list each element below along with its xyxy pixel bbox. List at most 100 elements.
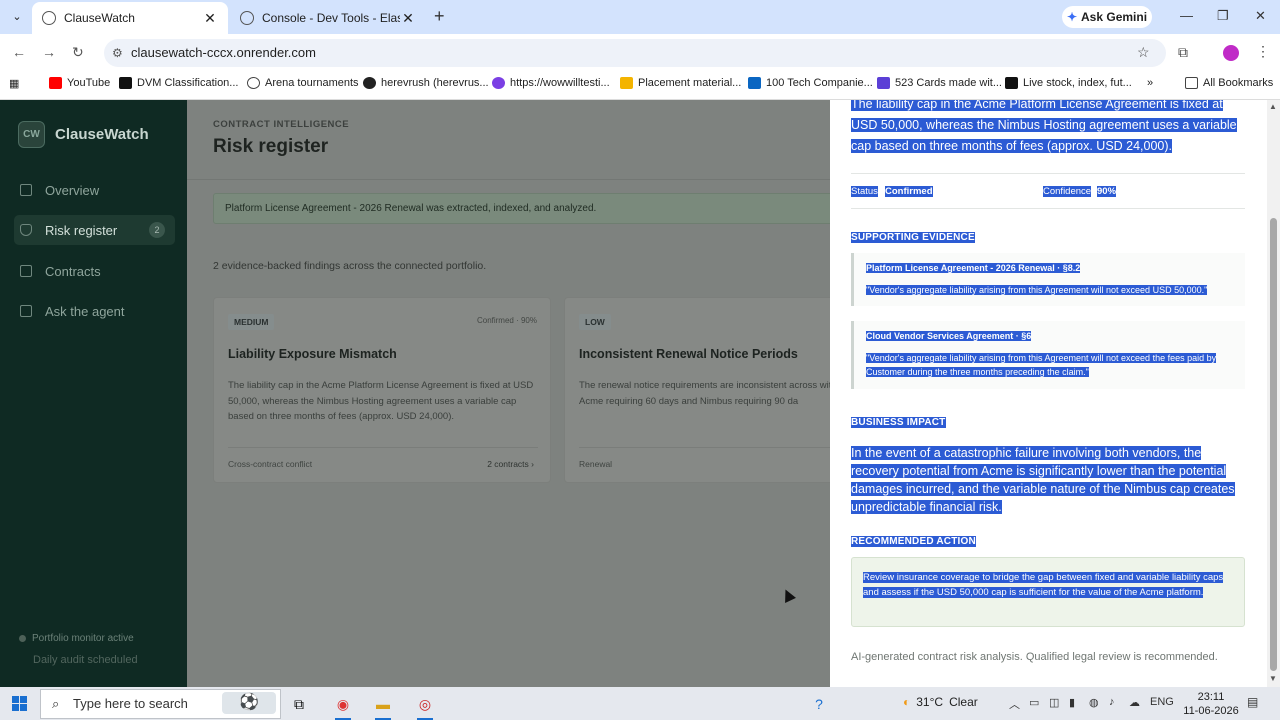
risk-category: Cross-contract conflict	[228, 459, 313, 469]
risk-card[interactable]: MEDIUM Confirmed · 90% Liability Exposur…	[213, 297, 551, 483]
severity-badge: MEDIUM	[228, 314, 275, 330]
clock-time: 23:11	[1197, 691, 1225, 703]
reload-icon[interactable]: ↻	[72, 44, 84, 61]
obs-record-icon[interactable]: ◎	[414, 693, 436, 720]
shield-icon	[20, 224, 32, 236]
tradingview-icon	[1005, 77, 1018, 89]
divider	[851, 208, 1245, 209]
elastic-icon	[240, 11, 254, 25]
audit-schedule-text: Daily audit scheduled	[33, 654, 138, 666]
bookmark-label: 100 Tech Companie...	[766, 77, 873, 89]
network-icon[interactable]: ◍	[1089, 696, 1099, 709]
bookmark-label: Placement material...	[638, 77, 742, 89]
evidence-source: Cloud Vendor Services Agreement · §6	[866, 331, 1032, 341]
onedrive-icon[interactable]: ☁	[1129, 696, 1140, 709]
new-tab-button[interactable]: +	[434, 6, 445, 27]
search-icon: ⌕	[52, 696, 60, 711]
chrome-icon[interactable]: ◉	[332, 693, 354, 720]
all-bookmarks-button[interactable]: All Bookmarks	[1185, 77, 1273, 89]
bookmark-stocks[interactable]: Live stock, index, fut...	[1005, 77, 1132, 89]
close-window-icon[interactable]: ✕	[1255, 8, 1266, 24]
evidence-source: Platform License Agreement - 2026 Renewa…	[866, 263, 1081, 273]
volume-icon[interactable]: ♪	[1109, 696, 1115, 708]
bookmark-cards[interactable]: 523 Cards made wit...	[877, 77, 1002, 89]
scroll-down-icon[interactable]: ▼	[1269, 674, 1277, 683]
scroll-up-icon[interactable]: ▲	[1269, 102, 1277, 111]
sidebar-item-label: Overview	[45, 182, 100, 198]
ui-icon	[877, 77, 890, 89]
bookmark-label: DVM Classification...	[137, 77, 239, 89]
menu-kebab-icon[interactable]: ⋮	[1256, 43, 1270, 60]
forward-arrow-icon[interactable]: →	[42, 44, 56, 60]
tab-search-dropdown-icon[interactable]: ⌄	[6, 7, 28, 27]
drive-icon	[620, 77, 633, 89]
header-divider	[187, 179, 830, 180]
sidebar-item-ask-agent[interactable]: Ask the agent	[14, 296, 175, 326]
contracts-link[interactable]: 2 contracts ›	[487, 459, 534, 469]
tab-elastic-console[interactable]: Console - Dev Tools - Elastic ✕	[230, 2, 426, 34]
card-divider	[579, 447, 830, 448]
risk-title: Inconsistent Renewal Notice Periods	[579, 347, 798, 361]
notifications-icon[interactable]: ▤	[1247, 695, 1258, 709]
app-sidebar: CW ClauseWatch Overview Risk register 2 …	[0, 100, 187, 687]
bookmark-arena[interactable]: Arena tournaments	[247, 77, 359, 89]
all-bookmarks-label: All Bookmarks	[1203, 77, 1274, 89]
close-tab-icon[interactable]: ✕	[202, 10, 218, 27]
address-bar[interactable]: ⚙ clausewatch-cccx.onrender.com	[104, 39, 1166, 67]
ask-gemini-button[interactable]: ✦ Ask Gemini	[1062, 6, 1152, 28]
monitor-status-text: Portfolio monitor active	[32, 633, 134, 644]
scrollbar-thumb[interactable]	[1270, 218, 1277, 671]
ask-gemini-label: Ask Gemini	[1081, 10, 1148, 24]
more-bookmarks-icon[interactable]: »	[1147, 77, 1153, 89]
github-icon	[363, 77, 376, 89]
ingest-banner: Platform License Agreement - 2026 Renewa…	[213, 193, 830, 224]
tab-clausewatch[interactable]: ClauseWatch ✕	[32, 2, 228, 34]
file-explorer-icon[interactable]: ▬	[372, 693, 394, 720]
app-name: ClauseWatch	[55, 126, 149, 143]
confidence-label: Confidence	[1043, 186, 1092, 197]
bookmark-placement[interactable]: Placement material...	[620, 77, 741, 89]
extensions-icon[interactable]: ⧉	[1178, 44, 1188, 61]
search-highlight-icon[interactable]: ⚽	[222, 692, 276, 714]
back-arrow-icon[interactable]: ←	[12, 44, 26, 60]
card-divider	[228, 447, 538, 448]
sidebar-item-label: Contracts	[45, 263, 101, 279]
bookmark-linkedin[interactable]: 100 Tech Companie...	[748, 77, 873, 89]
tray-chevron-icon[interactable]: ︿	[1009, 696, 1020, 712]
weather-widget[interactable]: ◐ 31°C Clear	[903, 695, 978, 709]
impact-text: In the event of a catastrophic failure i…	[851, 446, 1235, 514]
apps-grid-icon[interactable]: ▦	[9, 77, 19, 90]
language-indicator[interactable]: ENG	[1150, 696, 1174, 708]
bookmark-youtube[interactable]: YouTube	[49, 77, 110, 89]
browser-tab-strip: ⌄ ClauseWatch ✕ Console - Dev Tools - El…	[0, 0, 1280, 34]
risk-card[interactable]: LOW Inconsistent Renewal Notice Periods …	[564, 297, 830, 483]
battery-icon[interactable]: ▭	[1029, 696, 1039, 709]
bookmark-github[interactable]: herevrush (herevrus...	[363, 77, 489, 89]
site-info-icon[interactable]: ⚙	[112, 39, 123, 67]
sidebar-item-contracts[interactable]: Contracts	[14, 256, 175, 286]
mic-icon[interactable]: ▮	[1069, 696, 1075, 709]
youtube-icon	[49, 77, 62, 89]
search-placeholder: Type here to search	[73, 696, 188, 711]
help-icon[interactable]: ?	[808, 693, 830, 715]
tab-title: ClauseWatch	[64, 11, 135, 25]
sidebar-item-overview[interactable]: Overview	[14, 175, 175, 205]
windows-start-icon[interactable]	[12, 696, 27, 711]
bookmark-star-icon[interactable]: ☆	[1137, 44, 1150, 61]
panel-scrollbar[interactable]: ▲ ▼	[1267, 100, 1280, 687]
bookmark-wowwill[interactable]: https://wowwilltesti...	[492, 77, 610, 89]
task-view-icon[interactable]: ⧉	[288, 693, 310, 715]
maximize-icon[interactable]: ❐	[1217, 8, 1229, 24]
minimize-icon[interactable]: —	[1180, 8, 1193, 23]
chat-icon	[20, 305, 32, 317]
profile-avatar[interactable]	[1223, 45, 1239, 61]
taskbar-clock[interactable]: 23:11 11-06-2026	[1178, 690, 1244, 718]
close-tab-icon[interactable]: ✕	[400, 10, 416, 27]
camera-icon[interactable]: ◫	[1049, 696, 1059, 709]
divider	[851, 173, 1245, 174]
gemini-star-icon: ✦	[1066, 10, 1078, 24]
bookmark-dvm[interactable]: DVM Classification...	[119, 77, 238, 89]
status-value: Confirmed	[885, 186, 933, 197]
page-kicker: CONTRACT INTELLIGENCE	[213, 119, 350, 130]
sidebar-item-risk-register[interactable]: Risk register 2	[14, 215, 175, 245]
